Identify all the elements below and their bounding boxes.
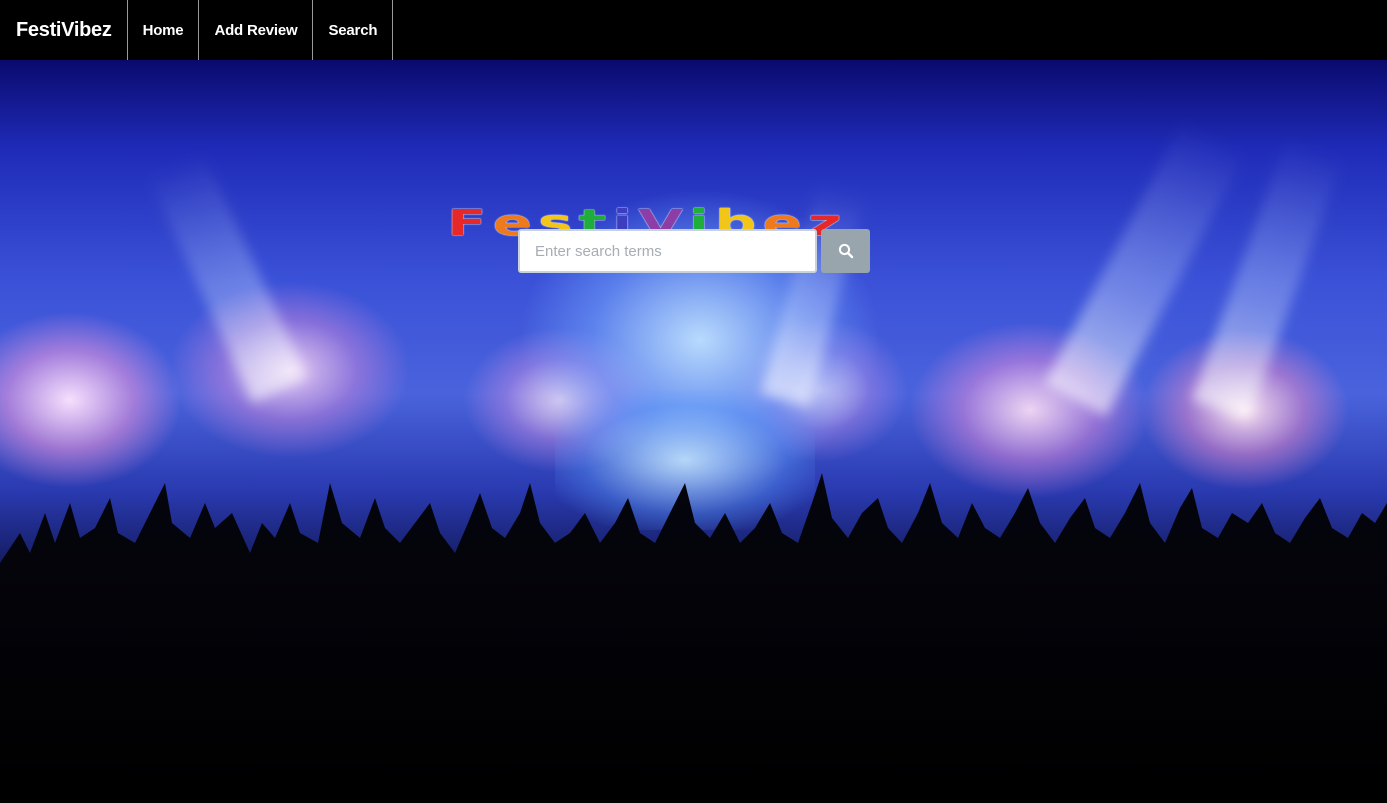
nav-add-review[interactable]: Add Review	[199, 0, 314, 60]
search-icon	[838, 243, 853, 259]
hero-banner: FestiVibez	[0, 60, 1387, 803]
search-button[interactable]	[821, 229, 870, 273]
brand-link[interactable]: FestiVibez	[0, 0, 128, 60]
logo-letter: F	[447, 202, 493, 244]
nav-search[interactable]: Search	[313, 0, 394, 60]
top-navbar: FestiVibez Home Add Review Search	[0, 0, 1387, 60]
search-input[interactable]	[518, 229, 817, 273]
search-form	[518, 229, 870, 273]
nav-home[interactable]: Home	[128, 0, 200, 60]
